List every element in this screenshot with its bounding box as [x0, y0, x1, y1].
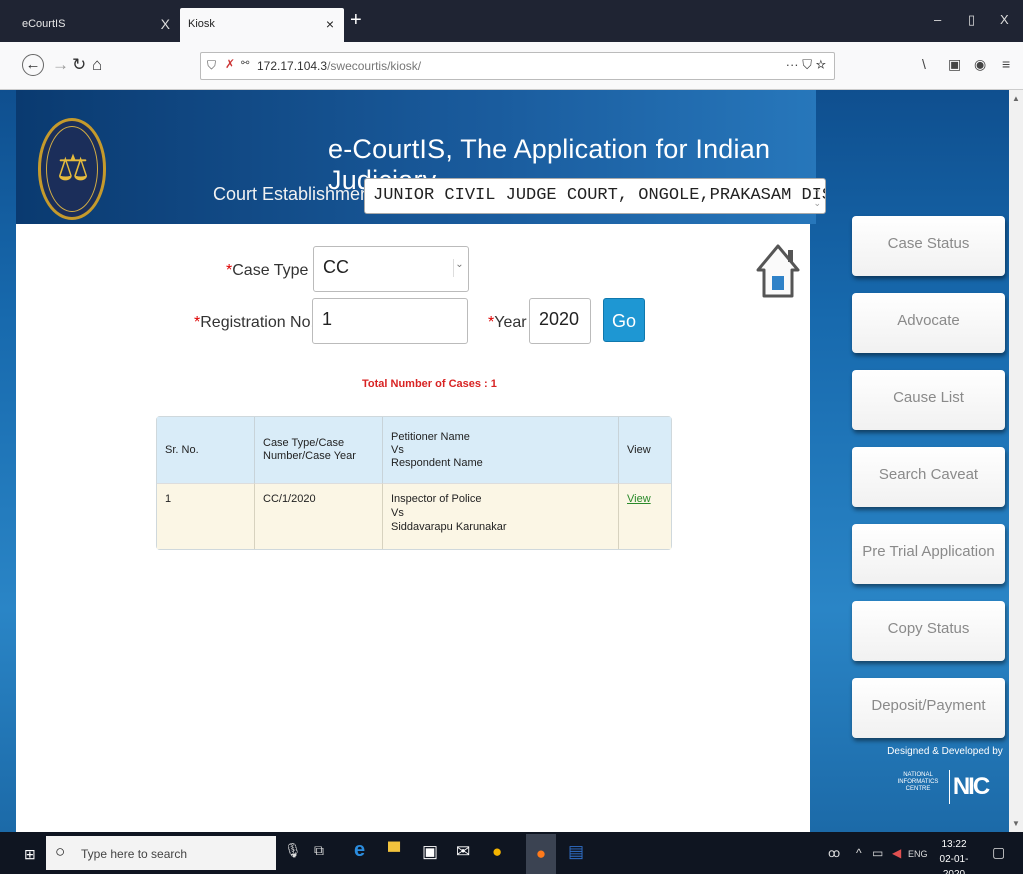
new-tab-icon[interactable]: +	[350, 10, 362, 30]
cell-case-number: CC/1/2020	[255, 483, 383, 549]
url-bar[interactable]: ⛉ ✗ ⚯ 172.17.104.3/swecourtis/kiosk/ ···…	[200, 52, 835, 80]
page-scrollbar[interactable]: ▲ ▼	[1009, 90, 1023, 832]
results-table: Sr. No. Case Type/Case Number/Case Year P…	[156, 416, 672, 550]
back-icon[interactable]: ←	[22, 54, 44, 76]
search-caveat-button[interactable]: Search Caveat	[852, 447, 1005, 507]
permissions-icon: ⚯	[241, 58, 250, 69]
cell-parties: Inspector of Police Vs Siddavarapu Karunak…	[383, 483, 619, 549]
volume-icon[interactable]: ◀	[892, 846, 901, 860]
sidebar-icon[interactable]: ▣	[948, 56, 961, 73]
court-establishment-label: Court Establishment	[213, 184, 376, 204]
copy-status-button[interactable]: Copy Status	[852, 601, 1005, 661]
case-type-label: *Case Type	[226, 262, 309, 279]
column-parties: Petitioner Name Vs Respondent Name	[383, 417, 619, 483]
table-header-row: Sr. No. Case Type/Case Number/Case Year P…	[157, 417, 671, 483]
chrome-icon[interactable]: ●	[492, 842, 502, 862]
library-icon[interactable]: \	[922, 56, 926, 72]
shield-icon: ⛉	[207, 58, 217, 72]
column-case-number: Case Type/Case Number/Case Year	[255, 417, 383, 483]
microphone-icon[interactable]: 🎙	[284, 842, 302, 859]
app-header: ⚖ e-CourtIS, The Application for Indian …	[16, 90, 826, 224]
people-icon[interactable]: ꝏ	[828, 846, 840, 860]
case-status-button[interactable]: Case Status	[852, 216, 1005, 276]
word-icon[interactable]: ▤	[568, 842, 584, 862]
close-icon[interactable]: X	[161, 16, 170, 32]
tray-chevron-icon[interactable]: ^	[856, 846, 862, 860]
windows-taskbar: ⊞ ○ Type here to search 🎙 ⧉ e ▀ ▣ ✉ ● ● …	[0, 832, 1023, 874]
scroll-up-icon[interactable]: ▲	[1012, 94, 1020, 103]
nic-mark: NIC	[949, 770, 991, 804]
home-icon[interactable]	[754, 240, 802, 302]
window-close-icon[interactable]: X	[1000, 12, 1009, 27]
cause-list-button[interactable]: Cause List	[852, 370, 1005, 430]
search-panel: *Case Type CC ⌄ *Registration No. 1 *Yea…	[16, 224, 810, 832]
task-view-icon[interactable]: ⧉	[314, 842, 324, 859]
url-text: 172.17.104.3/swecourtis/kiosk/	[257, 59, 422, 73]
table-row: 1 CC/1/2020 Inspector of Police Vs Siddava…	[157, 483, 671, 549]
chevron-down-icon: ⌄	[453, 259, 465, 277]
system-clock[interactable]: 13:2202-01-2020	[934, 837, 974, 874]
go-button[interactable]: Go	[603, 298, 645, 342]
column-view: View	[619, 417, 671, 483]
minimize-icon[interactable]: –	[934, 12, 941, 27]
pre-trial-application-button[interactable]: Pre Trial Application	[852, 524, 1005, 584]
mail-icon[interactable]: ✉	[456, 842, 470, 862]
account-icon[interactable]: ◉	[974, 56, 986, 73]
search-icon: ○	[55, 842, 66, 861]
browser-tabstrip: eCourtIS X Kiosk × + – ▯ X	[0, 0, 1023, 42]
select-arrows-icon: ⌃ ⌄	[813, 189, 821, 209]
nic-logo: NATIONAL INFORMATICS CENTRE NIC	[895, 770, 995, 806]
restore-icon[interactable]: ▯	[968, 12, 975, 28]
menu-icon[interactable]: ≡	[1002, 56, 1010, 72]
taskbar-search-input[interactable]: ○ Type here to search	[46, 836, 276, 870]
cell-view: View	[619, 483, 671, 549]
search-placeholder: Type here to search	[81, 847, 188, 861]
case-type-select[interactable]: CC ⌄	[313, 246, 469, 292]
deposit-payment-button[interactable]: Deposit/Payment	[852, 678, 1005, 738]
forward-icon[interactable]: →	[52, 55, 69, 75]
court-establishment-select[interactable]: JUNIOR CIVIL JUDGE COURT, ONGOLE,PRAKASA…	[364, 178, 826, 214]
tab-kiosk[interactable]: Kiosk ×	[180, 8, 344, 42]
file-explorer-icon[interactable]: ▀	[388, 842, 400, 862]
firefox-icon[interactable]: ●	[526, 834, 556, 874]
page-viewport: ⚖ e-CourtIS, The Application for Indian …	[0, 90, 1023, 832]
tab-label: Kiosk	[188, 18, 215, 30]
court-emblem-icon: ⚖	[38, 118, 106, 220]
network-icon[interactable]: ▭	[872, 846, 883, 860]
browser-navbar: ← → ↻ ⌂ ⛉ ✗ ⚯ 172.17.104.3/swecourtis/ki…	[0, 42, 1023, 90]
close-icon[interactable]: ×	[326, 16, 334, 32]
notifications-icon[interactable]: ▢	[992, 844, 1005, 861]
tab-ecourtis[interactable]: eCourtIS X	[14, 8, 180, 42]
windows-start-icon[interactable]: ⊞	[24, 846, 36, 863]
total-cases-text: Total Number of Cases : 1	[362, 378, 497, 390]
reload-icon[interactable]: ↻	[72, 55, 86, 75]
advocate-button[interactable]: Advocate	[852, 293, 1005, 353]
page-actions-icon[interactable]: ··· ⛉ ☆	[786, 57, 826, 73]
language-indicator[interactable]: ENG	[908, 849, 928, 859]
credits-text: Designed & Developed by	[887, 746, 1003, 757]
registration-no-label: *Registration No.	[194, 314, 315, 331]
edge-browser-icon[interactable]: e	[354, 839, 365, 862]
tab-label: eCourtIS	[22, 18, 66, 30]
view-link[interactable]: View	[627, 493, 651, 505]
store-icon[interactable]: ▣	[422, 842, 438, 862]
registration-no-input[interactable]: 1	[312, 298, 468, 344]
year-input[interactable]: 2020	[529, 298, 591, 344]
cell-sr-no: 1	[157, 483, 255, 549]
nic-org-name: NATIONAL INFORMATICS CENTRE	[897, 772, 939, 792]
column-sr-no: Sr. No.	[157, 417, 255, 483]
year-label: *Year	[488, 314, 527, 331]
home-icon[interactable]: ⌂	[92, 55, 102, 75]
insecure-lock-icon: ✗	[225, 57, 236, 71]
scroll-down-icon[interactable]: ▼	[1012, 819, 1020, 828]
